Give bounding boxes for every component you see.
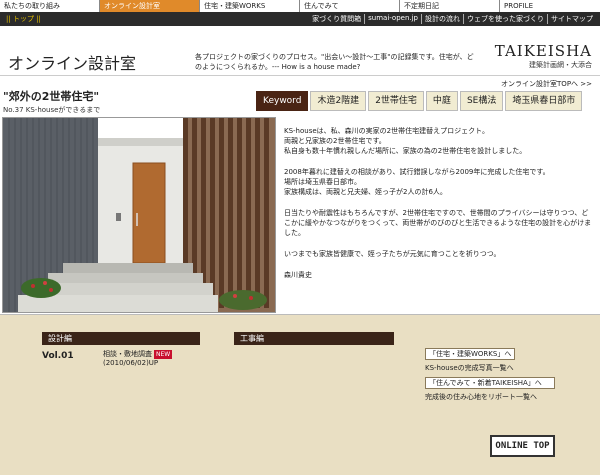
project-subtitle: No.37 KS-houseができるまで: [3, 106, 101, 114]
house-entrance-photo: [2, 117, 276, 313]
online-top-button[interactable]: ONLINE TOP: [490, 435, 555, 457]
project-heading: "郊外の2世帯住宅" No.37 KS-houseができるまで: [3, 88, 100, 115]
volume-label: Vol.01: [42, 351, 74, 361]
works-link-button[interactable]: 「住宅・建築WORKS」へ: [425, 348, 515, 360]
paragraph: いつまでも家族皆健康で、姪っ子たちが元気に育つことを祈りつつ。: [284, 250, 501, 258]
sub-bar: || トップ || 家づくり質問箱 sumai-open.jp 設計の流れ ウェ…: [0, 12, 600, 26]
entry-title[interactable]: 相談・敷地調査: [103, 350, 152, 358]
home-link[interactable]: || トップ ||: [0, 14, 41, 24]
paragraph: 2008年暮れに建替えの相談があり、試行錯誤しながら2009年に完成した住宅です…: [284, 168, 550, 196]
paragraph: 日当たりや耐震性はもちろんですが、2世帯住宅ですので、世帯間のプライバシーは守り…: [284, 209, 592, 237]
keyword-label: Keyword: [256, 91, 309, 111]
living-note: 完成後の住み心地をリポート一覧へ: [425, 393, 537, 401]
logo-subtext: 建築計画網・大添合: [529, 61, 592, 69]
keyword-tag[interactable]: 2世帯住宅: [368, 91, 424, 111]
new-badge: NEW: [154, 350, 173, 359]
entry-item[interactable]: 相談・敷地調査 NEW (2010/06/02)UP: [103, 350, 173, 368]
link-sitemap[interactable]: サイトマップ: [547, 14, 596, 24]
page-header: オンライン設計室 各プロジェクトの家づくりのプロセス。"出会い〜設計〜工事"の記…: [0, 28, 600, 76]
link-design-flow[interactable]: 設計の流れ: [421, 14, 463, 24]
nav-item-profile[interactable]: PROFILE: [500, 0, 600, 12]
online-top-link[interactable]: オンライン設計室TOPへ >>: [501, 79, 592, 89]
section-description: 各プロジェクトの家づくりのプロセス。"出会い〜設計〜工事"の記録集です。住宅が、…: [195, 53, 474, 71]
section-title: オンライン設計室: [8, 54, 137, 73]
keyword-bar: Keyword 木造2階建 2世帯住宅 中庭 SE構法 埼玉県春日部市: [256, 91, 583, 111]
living-link-button[interactable]: 「住んでみて・新着TAIKEISHA」へ: [425, 377, 555, 389]
keyword-tag[interactable]: 木造2階建: [310, 91, 367, 111]
entry-date: (2010/06/02)UP: [103, 359, 159, 367]
keyword-tag[interactable]: SE構法: [459, 91, 504, 111]
brand-logo[interactable]: TAIKEISHA 建築計画網・大添合: [495, 42, 592, 70]
link-web-house[interactable]: ウェブを使った家づくり: [463, 14, 547, 24]
nav-item-living[interactable]: 住んでみて: [300, 0, 400, 12]
utility-links: 家づくり質問箱 sumai-open.jp 設計の流れ ウェブを使った家づくり …: [309, 14, 596, 24]
project-description: KS-houseは、私、森川の実家の2世帯住宅建替えプロジェクト。 両親と兄家族…: [284, 126, 594, 291]
keyword-tag[interactable]: 中庭: [425, 91, 458, 111]
logo-text: TAIKEISHA: [494, 42, 592, 60]
process-section: 設計編 工事編 Vol.01 相談・敷地調査 NEW (2010/06/02)UP…: [0, 315, 600, 475]
design-heading: 設計編: [42, 332, 200, 345]
nav-item-online-design[interactable]: オンライン設計室: [100, 0, 200, 12]
project-title: "郊外の2世帯住宅": [3, 90, 100, 103]
nav-item-works[interactable]: 住宅・建築WORKS: [200, 0, 300, 12]
nav-item-diary[interactable]: 不定期日記: [400, 0, 500, 12]
works-note: KS-houseの完成写真一覧へ: [425, 364, 514, 372]
link-sumai-open[interactable]: sumai-open.jp: [364, 14, 421, 24]
author-signature: 森川貴史: [284, 271, 312, 279]
nav-item-approach[interactable]: 私たちの取り組み: [0, 0, 100, 12]
link-qa[interactable]: 家づくり質問箱: [309, 14, 364, 24]
paragraph: KS-houseは、私、森川の実家の2世帯住宅建替えプロジェクト。 両親と兄家族…: [284, 127, 527, 155]
construction-heading: 工事編: [234, 332, 394, 345]
top-nav: 私たちの取り組み オンライン設計室 住宅・建築WORKS 住んでみて 不定期日記…: [0, 0, 600, 12]
keyword-tag[interactable]: 埼玉県春日部市: [505, 91, 583, 111]
